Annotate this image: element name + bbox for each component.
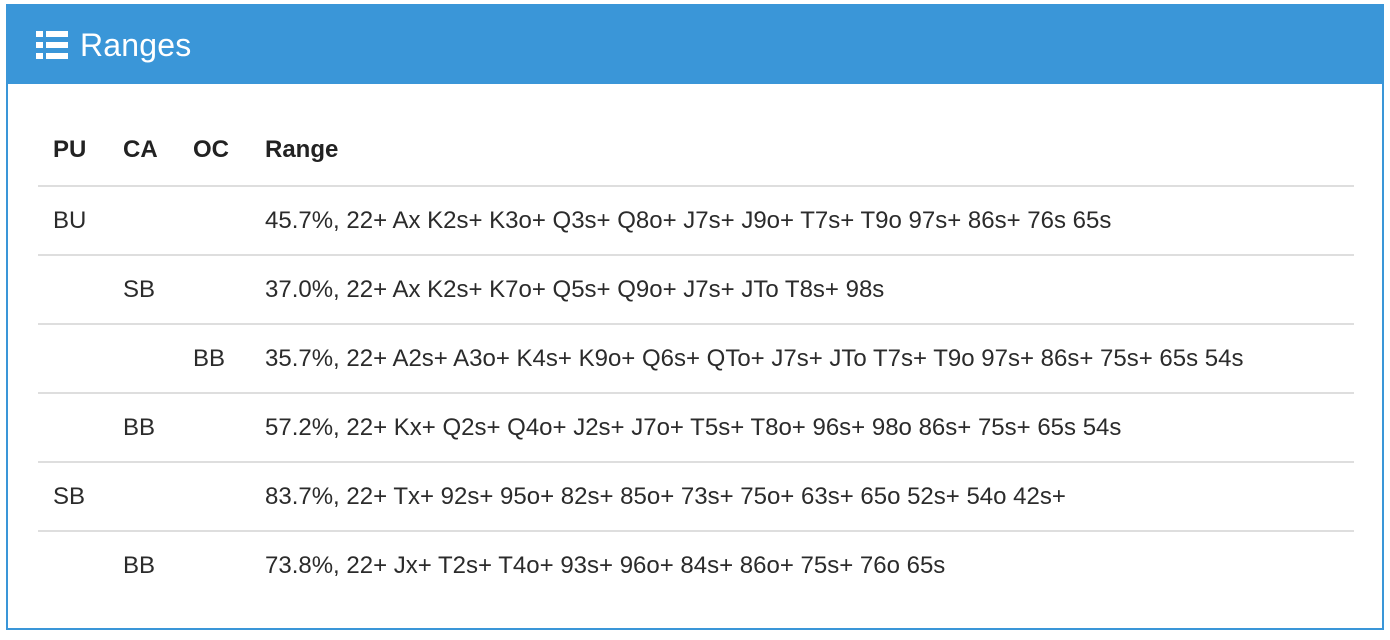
cell-range: 73.8%, 22+ Jx+ T2s+ T4o+ 93s+ 96o+ 84s+ … [250, 530, 1354, 600]
cell-ca [108, 323, 178, 393]
table-row: BU 45.7%, 22+ Ax K2s+ K3o+ Q3s+ Q8o+ J7s… [38, 185, 1354, 255]
cell-ca: BB [108, 530, 178, 600]
cell-range: 57.2%, 22+ Kx+ Q2s+ Q4o+ J2s+ J7o+ T5s+ … [250, 392, 1354, 462]
table-row: BB 35.7%, 22+ A2s+ A3o+ K4s+ K9o+ Q6s+ Q… [38, 323, 1354, 393]
cell-ca: BB [108, 392, 178, 462]
table-row: SB 37.0%, 22+ Ax K2s+ K7o+ Q5s+ Q9o+ J7s… [38, 254, 1354, 324]
panel-body: PU CA OC Range BU 45.7%, 22+ Ax K2s+ K3o… [8, 84, 1382, 600]
header-ca: CA [123, 135, 158, 163]
panel-title: Ranges [80, 26, 192, 63]
cell-range: 37.0%, 22+ Ax K2s+ K7o+ Q5s+ Q9o+ J7s+ J… [250, 254, 1354, 324]
cell-range: 45.7%, 22+ Ax K2s+ K3o+ Q3s+ Q8o+ J7s+ J… [250, 185, 1354, 255]
table-header-row: PU CA OC Range [38, 114, 1354, 186]
cell-oc [178, 392, 250, 462]
cell-oc [178, 185, 250, 255]
cell-pu: BU [38, 185, 108, 255]
ranges-table: PU CA OC Range BU 45.7%, 22+ Ax K2s+ K3o… [38, 114, 1354, 600]
cell-pu [38, 530, 108, 600]
table-row: BB 57.2%, 22+ Kx+ Q2s+ Q4o+ J2s+ J7o+ T5… [38, 392, 1354, 462]
cell-range: 83.7%, 22+ Tx+ 92s+ 95o+ 82s+ 85o+ 73s+ … [250, 461, 1354, 531]
cell-oc: BB [178, 323, 250, 393]
cell-pu [38, 254, 108, 324]
cell-oc [178, 254, 250, 324]
list-icon [36, 31, 68, 59]
cell-oc [178, 461, 250, 531]
cell-ca: SB [108, 254, 178, 324]
cell-oc [178, 530, 250, 600]
panel-header: Ranges [8, 6, 1382, 84]
cell-pu [38, 323, 108, 393]
header-pu: PU [53, 135, 87, 163]
table-row: SB 83.7%, 22+ Tx+ 92s+ 95o+ 82s+ 85o+ 73… [38, 461, 1354, 531]
cell-pu [38, 392, 108, 462]
header-range: Range [265, 135, 339, 163]
cell-ca [108, 185, 178, 255]
cell-ca [108, 461, 178, 531]
cell-pu: SB [38, 461, 108, 531]
header-oc: OC [193, 135, 229, 163]
ranges-panel: Ranges PU CA OC Range BU 45.7%, 22+ Ax K… [6, 4, 1384, 630]
table-row: BB 73.8%, 22+ Jx+ T2s+ T4o+ 93s+ 96o+ 84… [38, 530, 1354, 600]
cell-range: 35.7%, 22+ A2s+ A3o+ K4s+ K9o+ Q6s+ QTo+… [250, 323, 1354, 393]
